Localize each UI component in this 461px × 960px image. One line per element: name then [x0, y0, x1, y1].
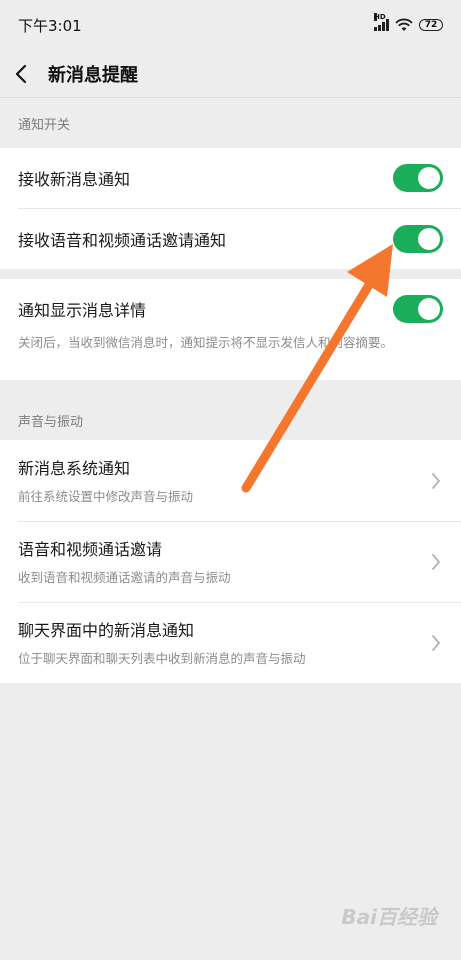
- chevron-right-icon: [431, 471, 443, 491]
- nav-bar: 新消息提醒: [0, 50, 461, 98]
- row-new-message-notify[interactable]: 接收新消息通知: [0, 148, 461, 208]
- row-call-invite-notify[interactable]: 接收语音和视频通话邀请通知: [0, 208, 461, 269]
- status-time: 下午3:01: [18, 16, 82, 35]
- battery-icon: 72: [419, 19, 443, 31]
- back-icon[interactable]: [14, 63, 36, 85]
- section-label-sound: 声音与振动: [18, 414, 84, 430]
- row-desc: 收到语音和视频通话邀请的声音与振动: [18, 570, 231, 585]
- wifi-icon: [395, 18, 413, 31]
- status-icons: HD 72: [374, 13, 443, 32]
- row-label: 接收语音和视频通话邀请通知: [18, 230, 227, 250]
- row-show-detail-head: 通知显示消息详情: [18, 295, 443, 323]
- chevron-right-icon: [431, 552, 443, 572]
- row-text: 语音和视频通话邀请 收到语音和视频通话邀请的声音与振动: [18, 536, 231, 587]
- row-label: 接收新消息通知: [18, 170, 131, 189]
- page-title: 新消息提醒: [48, 64, 138, 86]
- notify-group: 接收新消息通知 接收语音和视频通话邀请通知: [0, 148, 461, 269]
- row-desc: 位于聊天界面和聊天列表中收到新消息的声音与振动: [18, 651, 306, 666]
- row-text: 新消息系统通知 前往系统设置中修改声音与振动: [18, 455, 193, 506]
- toggle-call-invite-notify[interactable]: [393, 224, 443, 253]
- network-type: HD: [374, 13, 386, 21]
- toggle-new-message-notify[interactable]: [393, 164, 443, 192]
- chevron-right-icon: [431, 633, 443, 653]
- row-label: 新消息系统通知: [18, 459, 131, 478]
- row-desc: 关闭后，当收到微信消息时，通知提示将不显示发信人和内容摘要。: [18, 335, 394, 350]
- detail-group: 通知显示消息详情 关闭后，当收到微信消息时，通知提示将不显示发信人和内容摘要。: [0, 279, 461, 380]
- row-label: 语音和视频通话邀请: [18, 540, 163, 559]
- signal-icon: HD: [374, 13, 389, 31]
- toggle-knob: [418, 167, 440, 189]
- row-show-detail[interactable]: 通知显示消息详情 关闭后，当收到微信消息时，通知提示将不显示发信人和内容摘要。: [0, 279, 461, 380]
- watermark: Bai百经验: [341, 905, 437, 929]
- row-label: 通知显示消息详情: [18, 301, 147, 320]
- battery-level: 72: [424, 20, 438, 30]
- row-label: 聊天界面中的新消息通知: [18, 621, 195, 640]
- status-bar: 下午3:01 HD 72: [0, 0, 461, 50]
- sound-group: 新消息系统通知 前往系统设置中修改声音与振动 语音和视频通话邀请 收到语音和视频…: [0, 440, 461, 683]
- row-system-notify[interactable]: 新消息系统通知 前往系统设置中修改声音与振动: [0, 440, 461, 521]
- toggle-show-detail[interactable]: [393, 295, 443, 323]
- row-desc: 前往系统设置中修改声音与振动: [18, 489, 194, 504]
- section-label-notify: 通知开关: [18, 117, 71, 133]
- row-text: 聊天界面中的新消息通知 位于聊天界面和聊天列表中收到新消息的声音与振动: [18, 617, 306, 668]
- row-call-invite-sound[interactable]: 语音和视频通话邀请 收到语音和视频通话邀请的声音与振动: [0, 521, 461, 602]
- row-chat-notify[interactable]: 聊天界面中的新消息通知 位于聊天界面和聊天列表中收到新消息的声音与振动: [0, 602, 461, 683]
- toggle-knob: [418, 227, 440, 250]
- toggle-knob: [418, 298, 440, 320]
